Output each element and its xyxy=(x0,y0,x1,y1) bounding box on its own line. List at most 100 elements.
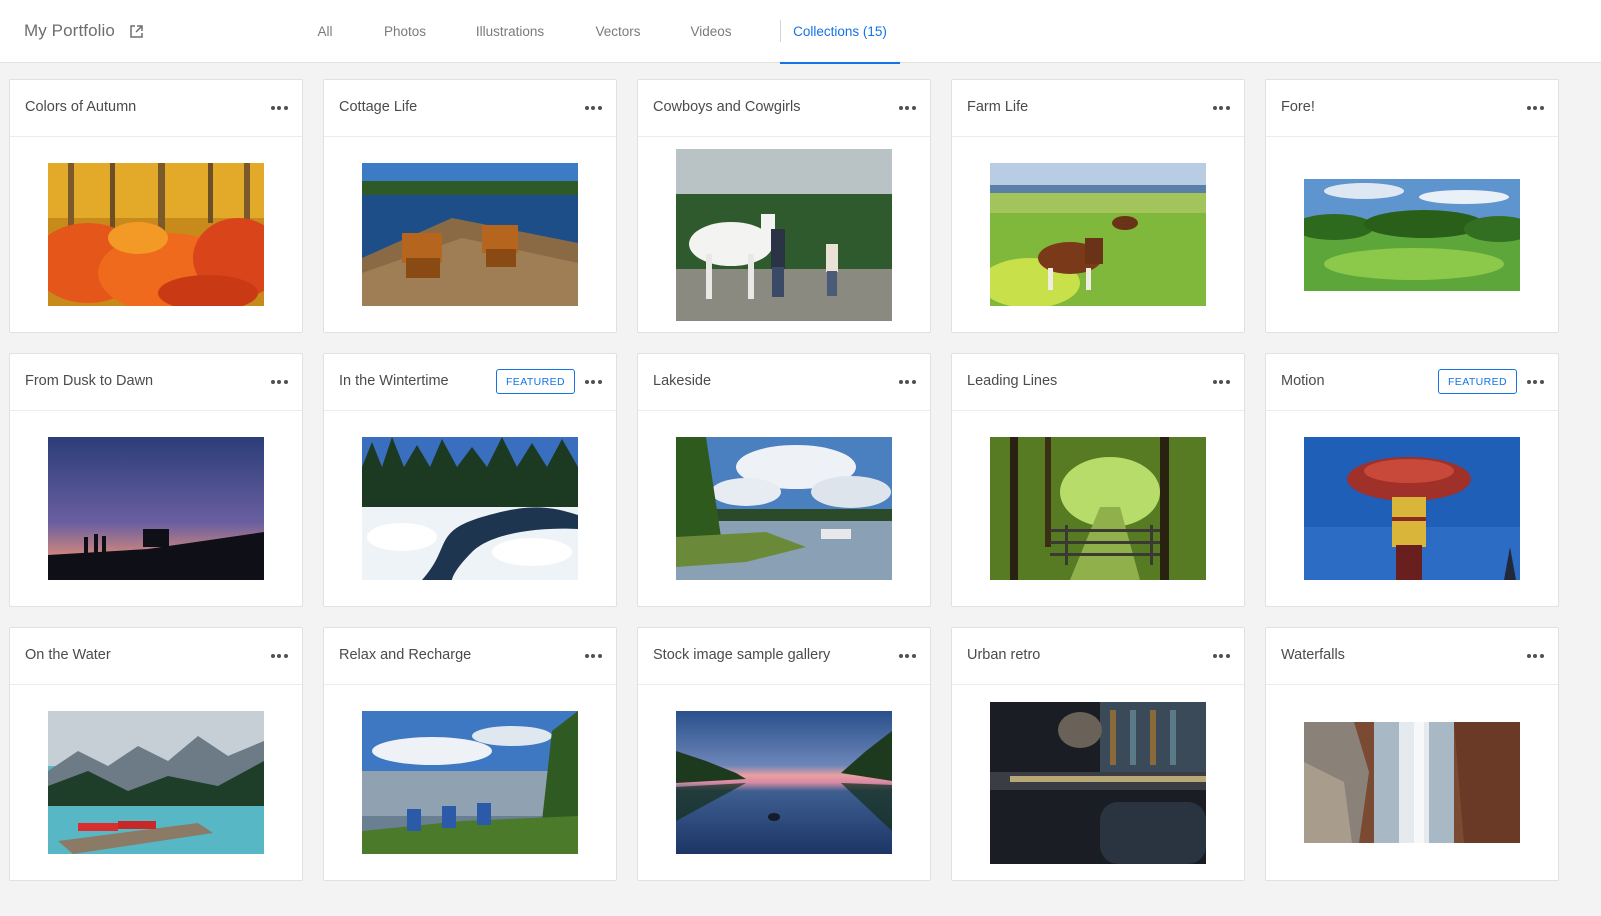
card-header: Colors of Autumn xyxy=(10,80,302,137)
collection-card[interactable]: Urban retro xyxy=(951,627,1245,881)
more-options-icon[interactable] xyxy=(268,99,290,117)
tab-illustrations[interactable]: Illustrations xyxy=(460,0,560,63)
collection-title: Relax and Recharge xyxy=(339,647,472,663)
thumbnail-area xyxy=(324,411,616,606)
collections-grid: Colors of Autumn Cottage Life Cowboys an… xyxy=(9,79,1559,881)
more-options-icon[interactable] xyxy=(1210,647,1232,665)
card-header: On the Water xyxy=(10,628,302,685)
portfolio-brand[interactable]: My Portfolio xyxy=(24,19,144,43)
collection-thumbnail[interactable] xyxy=(362,711,578,854)
collection-thumbnail[interactable] xyxy=(676,437,892,580)
more-options-icon[interactable] xyxy=(268,647,290,665)
collection-card[interactable]: Stock image sample gallery xyxy=(637,627,931,881)
collection-title: Farm Life xyxy=(967,99,1029,115)
more-options-icon[interactable] xyxy=(896,373,918,391)
tab-vectors[interactable]: Vectors xyxy=(580,0,656,63)
card-header: Farm Life xyxy=(952,80,1244,137)
collection-thumbnail[interactable] xyxy=(990,701,1206,864)
collection-thumbnail[interactable] xyxy=(1304,437,1520,580)
more-options-icon[interactable] xyxy=(1210,373,1232,391)
card-header: In the Wintertime FEATURED xyxy=(324,354,616,411)
card-header: Waterfalls xyxy=(1266,628,1558,685)
collection-title: Urban retro xyxy=(967,647,1041,663)
collection-card[interactable]: On the Water xyxy=(9,627,303,881)
more-options-icon[interactable] xyxy=(582,647,604,665)
collection-thumbnail[interactable] xyxy=(48,163,264,306)
collection-title: Motion xyxy=(1281,373,1325,389)
collection-thumbnail[interactable] xyxy=(676,148,892,321)
collection-title: Cowboys and Cowgirls xyxy=(653,99,801,115)
thumbnail-area xyxy=(638,685,930,880)
thumbnail-area xyxy=(1266,137,1558,332)
thumbnail-area xyxy=(324,137,616,332)
collection-title: Leading Lines xyxy=(967,373,1058,389)
external-link-icon[interactable] xyxy=(129,24,144,39)
collection-title: Stock image sample gallery xyxy=(653,647,831,663)
thumbnail-area xyxy=(10,411,302,606)
thumbnail-area xyxy=(638,137,930,332)
more-options-icon[interactable] xyxy=(582,99,604,117)
collection-card[interactable]: Lakeside xyxy=(637,353,931,607)
collection-thumbnail[interactable] xyxy=(48,711,264,854)
card-header: Motion FEATURED xyxy=(1266,354,1558,411)
collection-thumbnail[interactable] xyxy=(990,163,1206,306)
collection-card[interactable]: Waterfalls xyxy=(1265,627,1559,881)
thumbnail-area xyxy=(638,411,930,606)
card-header: Cottage Life xyxy=(324,80,616,137)
collection-thumbnail[interactable] xyxy=(48,437,264,580)
card-header: Leading Lines xyxy=(952,354,1244,411)
card-header: Fore! xyxy=(1266,80,1558,137)
collection-title: Colors of Autumn xyxy=(25,99,137,115)
collection-card[interactable]: Colors of Autumn xyxy=(9,79,303,333)
collection-thumbnail[interactable] xyxy=(1304,178,1520,291)
more-options-icon[interactable] xyxy=(268,373,290,391)
featured-badge: FEATURED xyxy=(1437,369,1517,394)
collection-thumbnail[interactable] xyxy=(1304,722,1520,843)
tab-photos[interactable]: Photos xyxy=(370,0,440,63)
collection-card[interactable]: Cowboys and Cowgirls xyxy=(637,79,931,333)
thumbnail-area xyxy=(324,685,616,880)
card-header: From Dusk to Dawn xyxy=(10,354,302,411)
more-options-icon[interactable] xyxy=(1210,99,1232,117)
collection-thumbnail[interactable] xyxy=(990,437,1206,580)
portfolio-title: My Portfolio xyxy=(24,21,115,40)
collection-card[interactable]: Fore! xyxy=(1265,79,1559,333)
thumbnail-area xyxy=(952,685,1244,880)
collection-title: On the Water xyxy=(25,647,111,663)
more-options-icon[interactable] xyxy=(896,647,918,665)
collection-card[interactable]: Motion FEATURED xyxy=(1265,353,1559,607)
collection-card[interactable]: In the Wintertime FEATURED xyxy=(323,353,617,607)
card-header: Relax and Recharge xyxy=(324,628,616,685)
collection-card[interactable]: Leading Lines xyxy=(951,353,1245,607)
collection-title: Lakeside xyxy=(653,373,712,389)
collection-title: Cottage Life xyxy=(339,99,418,115)
collection-thumbnail[interactable] xyxy=(362,163,578,306)
card-header: Cowboys and Cowgirls xyxy=(638,80,930,137)
collection-card[interactable]: Cottage Life xyxy=(323,79,617,333)
collection-title: Fore! xyxy=(1281,99,1315,115)
tab-all[interactable]: All xyxy=(300,0,350,63)
tab-videos[interactable]: Videos xyxy=(676,0,746,63)
card-header: Stock image sample gallery xyxy=(638,628,930,685)
more-options-icon[interactable] xyxy=(582,373,604,391)
collection-thumbnail[interactable] xyxy=(676,711,892,854)
more-options-icon[interactable] xyxy=(896,99,918,117)
collection-thumbnail[interactable] xyxy=(362,437,578,580)
collection-card[interactable]: From Dusk to Dawn xyxy=(9,353,303,607)
more-options-icon[interactable] xyxy=(1524,647,1546,665)
collection-title: From Dusk to Dawn xyxy=(25,373,154,389)
thumbnail-area xyxy=(952,137,1244,332)
collection-card[interactable]: Farm Life xyxy=(951,79,1245,333)
more-options-icon[interactable] xyxy=(1524,99,1546,117)
top-bar: My Portfolio All Photos Illustrations Ve… xyxy=(0,0,1601,64)
featured-badge: FEATURED xyxy=(495,369,575,394)
collection-title: In the Wintertime xyxy=(339,373,449,389)
more-options-icon[interactable] xyxy=(1524,373,1546,391)
tab-separator xyxy=(780,20,781,42)
thumbnail-area xyxy=(1266,685,1558,880)
collection-card[interactable]: Relax and Recharge xyxy=(323,627,617,881)
card-header: Urban retro xyxy=(952,628,1244,685)
thumbnail-area xyxy=(10,137,302,332)
tab-collections[interactable]: Collections (15) xyxy=(780,0,900,64)
thumbnail-area xyxy=(1266,411,1558,606)
